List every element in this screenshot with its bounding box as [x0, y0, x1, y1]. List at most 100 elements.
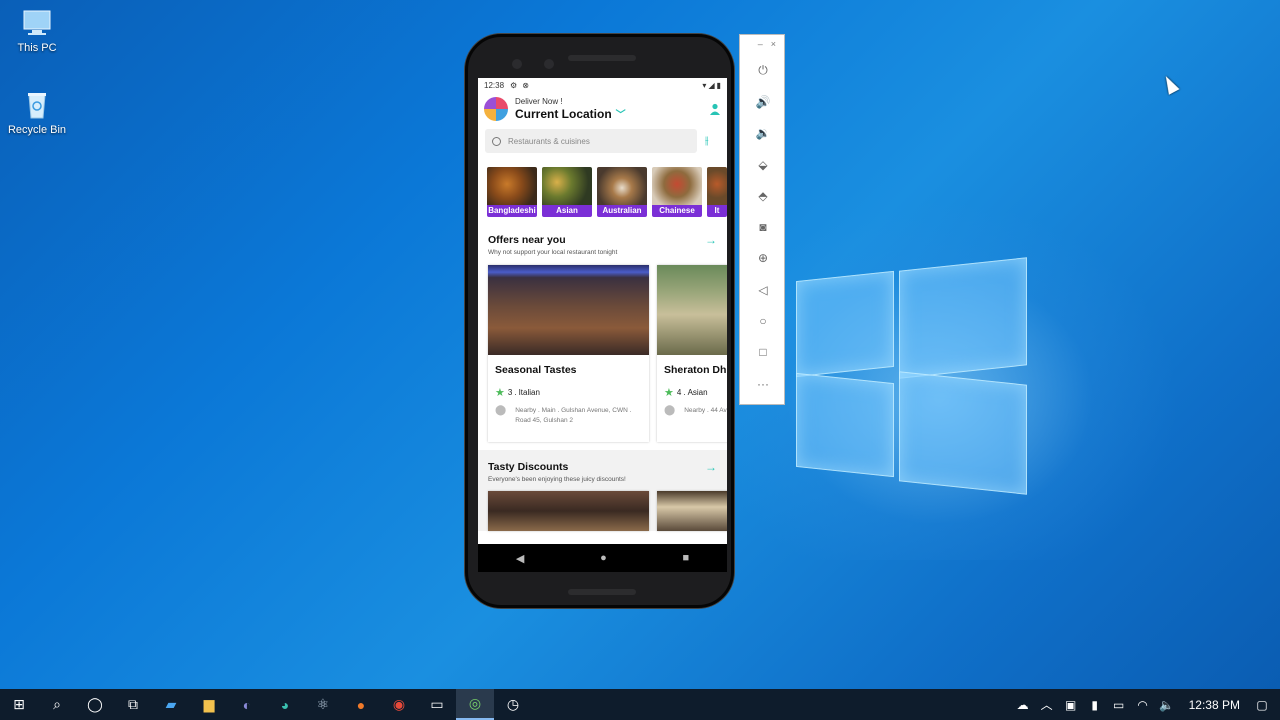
more-button[interactable]: ···	[740, 368, 786, 399]
restaurant-cuisine: Asian	[687, 388, 708, 397]
rotate-left-button[interactable]: ⬙	[740, 149, 786, 180]
volume-down-icon: 🔉	[755, 126, 771, 141]
system-tray: ☁ ︿ ▣ ▮ ▭ ◠ 🔈 12:38 PM ▢	[1011, 689, 1280, 720]
chevron-up-icon[interactable]: ︿	[1035, 696, 1059, 713]
profile-icon[interactable]	[709, 103, 721, 115]
search-placeholder: Restaurants & cuisines	[508, 136, 590, 146]
category-image	[487, 167, 537, 205]
arrow-right-icon[interactable]: →	[705, 460, 717, 474]
volume-up-button[interactable]: 🔊	[740, 86, 786, 117]
overview-button[interactable]: □	[740, 337, 786, 368]
category-australian[interactable]: Australian	[597, 167, 647, 217]
arrow-right-icon[interactable]: →	[705, 233, 717, 247]
category-image	[597, 167, 647, 205]
camera-icon: ◙	[759, 220, 767, 235]
mouse-cursor	[1160, 73, 1180, 95]
power-button[interactable]: ⏻	[740, 55, 786, 86]
battery-tray-icon[interactable]: ▭	[1107, 698, 1131, 712]
restaurant-name: Sheraton Dh	[664, 364, 727, 376]
signal-icon: ◢	[708, 81, 715, 90]
volume-down-button[interactable]: 🔉	[740, 118, 786, 149]
zoom-button[interactable]: ⊕	[740, 243, 786, 274]
restaurant-address: Nearby . 44 Avenue Leve	[684, 407, 727, 414]
category-italian[interactable]: It	[707, 167, 727, 217]
restaurant-card[interactable]: Sheraton Dh ★ 4 . Asian ⬤ Nearby . 44 Av…	[657, 265, 727, 442]
search-input[interactable]: Restaurants & cuisines	[485, 129, 697, 153]
desktop-icon-label: Recycle Bin	[7, 124, 67, 136]
more-icon: ···	[757, 376, 769, 391]
wifi-tray-icon[interactable]: ◠	[1131, 698, 1155, 712]
location-pin-icon: ⬤	[495, 405, 507, 416]
filter-icon[interactable]: ⫲	[705, 135, 709, 148]
battery-icon: ▮	[716, 81, 721, 90]
taskbar-app-chrome[interactable]: ◉	[380, 689, 418, 720]
restaurant-rating: 3	[507, 388, 513, 397]
volume-up-icon: 🔊	[755, 94, 771, 109]
power-icon: ⏻	[758, 63, 768, 78]
back-icon[interactable]: ◀	[516, 552, 524, 565]
onedrive-icon[interactable]: ☁	[1011, 698, 1035, 712]
category-label: Bangladeshi	[487, 205, 537, 217]
section-subtitle: Everyone's been enjoying these juicy dis…	[488, 476, 626, 483]
category-chainese[interactable]: Chainese	[652, 167, 702, 217]
window-icon: ▰	[165, 696, 177, 712]
taskbar-app-file-explorer[interactable]: ▆	[190, 689, 228, 720]
star-icon: ★	[495, 387, 505, 399]
taskbar: ⊞ ⌕ ◯ ⧉ ▰ ▆ ◐ ◕ ⚛ ● ◉ ▭ ◎ ◷ ☁ ︿ ▣ ▮ ▭ ◠ …	[0, 689, 1280, 720]
volume-tray-icon[interactable]: 🔈	[1155, 698, 1179, 712]
deliver-label: Deliver Now !	[515, 97, 563, 106]
desktop-icon-recycle-bin[interactable]: Recycle Bin	[0, 90, 74, 136]
location-pin-icon: ⬤	[664, 405, 676, 416]
windows-start-icon: ⊞	[13, 696, 25, 712]
minimize-icon[interactable]: –	[758, 39, 763, 55]
category-bangladeshi[interactable]: Bangladeshi	[487, 167, 537, 217]
taskbar-app-browser[interactable]: ◐	[228, 689, 266, 720]
taskbar-app-react[interactable]: ⚛	[304, 689, 342, 720]
back-triangle-icon: ◁	[758, 282, 768, 297]
taskbar-app-firefox[interactable]: ●	[342, 689, 380, 720]
phone-speaker	[568, 55, 636, 61]
chrome-icon: ◉	[392, 696, 406, 712]
home-button[interactable]: ○	[740, 305, 786, 336]
star-icon: ★	[664, 387, 674, 399]
chevron-down-icon: ﹀	[615, 110, 626, 121]
restaurant-card[interactable]: Seasonal Tastes ★ 3 . Italian ⬤ Nearby .…	[488, 265, 649, 442]
restaurant-photo	[657, 491, 727, 531]
screenshot-button[interactable]: ◙	[740, 211, 786, 242]
emulator-toolbar: – × ⏻ 🔊 🔉 ⬙ ⬘ ◙ ⊕ ◁ ○ □ ···	[739, 34, 785, 405]
close-icon[interactable]: ×	[771, 39, 776, 55]
search-button[interactable]: ⌕	[38, 689, 76, 720]
desktop-icon-this-pc[interactable]: This PC	[0, 8, 74, 54]
taskbar-app-explorer-window[interactable]: ▰	[152, 689, 190, 720]
taskbar-app-android-studio[interactable]: ◎	[456, 689, 494, 720]
location-selector[interactable]: Deliver Now ! Current Location ﹀	[515, 97, 709, 121]
zoom-icon: ⊕	[757, 251, 769, 266]
restaurant-photo	[488, 265, 649, 355]
device-icon[interactable]: ▣	[1059, 698, 1083, 712]
restaurant-card[interactable]	[657, 491, 727, 531]
folder-icon: ▆	[203, 696, 215, 712]
cortana-button[interactable]: ◯	[76, 689, 114, 720]
section-title: Offers near you	[488, 234, 566, 246]
start-button[interactable]: ⊞	[0, 689, 38, 720]
recents-icon[interactable]: ■	[682, 552, 689, 564]
taskbar-app-edge[interactable]: ◕	[266, 689, 304, 720]
back-button[interactable]: ◁	[740, 274, 786, 305]
home-icon[interactable]: ●	[600, 552, 607, 564]
windows-logo	[796, 256, 1027, 495]
restaurant-card[interactable]	[488, 491, 649, 531]
atom-icon: ⚛	[316, 696, 330, 712]
category-asian[interactable]: Asian	[542, 167, 592, 217]
microphone-icon[interactable]: ▮	[1083, 698, 1107, 712]
app-header: Deliver Now ! Current Location ﹀	[478, 93, 727, 125]
search-icon	[492, 136, 501, 146]
restaurant-address: Nearby . Main . Gulshan Avenue, CWN . Ro…	[515, 407, 632, 424]
category-image	[652, 167, 702, 205]
discounts-card-list	[478, 491, 727, 531]
taskbar-app-clock-tool[interactable]: ◷	[494, 689, 532, 720]
taskbar-app-terminal[interactable]: ▭	[418, 689, 456, 720]
task-view-button[interactable]: ⧉	[114, 689, 152, 720]
taskbar-clock[interactable]: 12:38 PM	[1179, 698, 1250, 712]
notification-center-icon[interactable]: ▢	[1250, 698, 1274, 712]
rotate-right-button[interactable]: ⬘	[740, 180, 786, 211]
